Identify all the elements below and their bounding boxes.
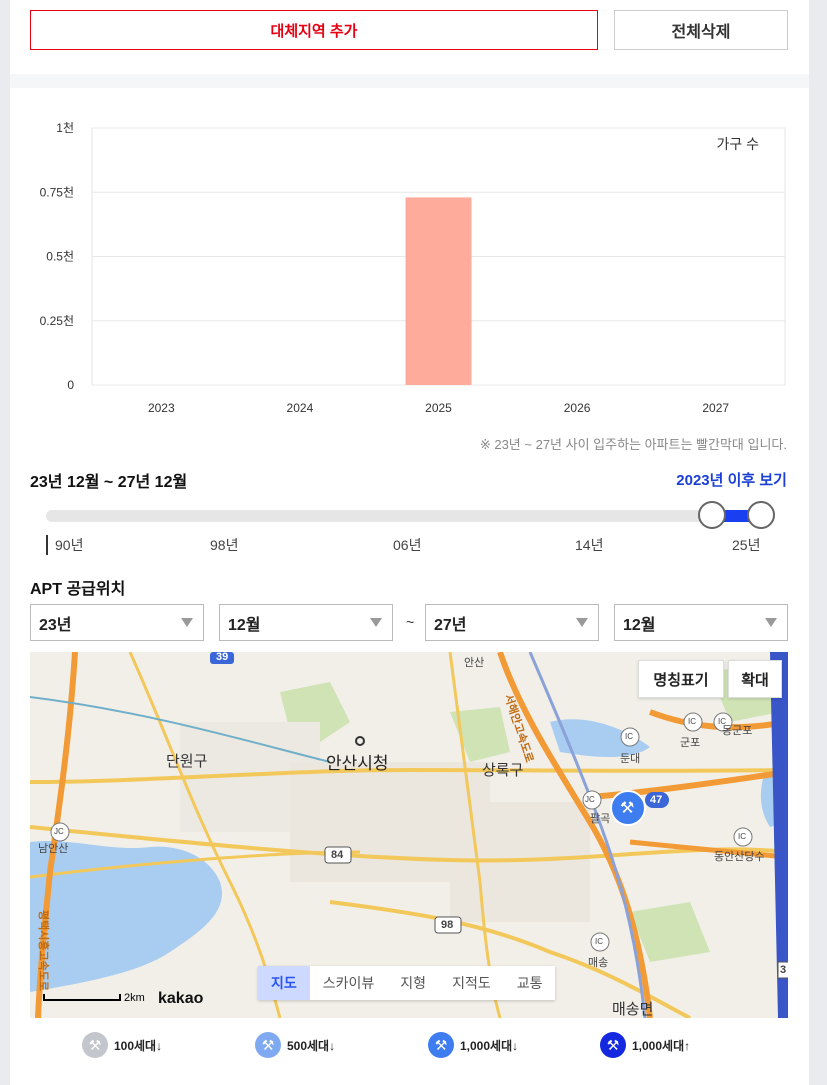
map-label-ansan: 안산 [464,657,485,669]
slider-tick: 25년 [732,537,761,553]
map-view[interactable]: 안산시청 단원구 상록구 안산 서해안고속도로 평택시흥고속도로 남안산 팔곡 … [30,652,788,1018]
map-scale-label: 2km [124,992,145,1004]
from-year-select[interactable]: 23년 [30,604,204,641]
map-label-maesongmyeon: 매송면 [612,1001,654,1018]
map-label-ic: IC [688,717,696,726]
x-tick-label: 2024 [287,401,314,415]
x-tick-label: 2025 [425,401,452,415]
legend-item: ⚒ 100세대↓ [82,1032,162,1058]
map-type-map[interactable]: 지도 [258,966,310,1000]
legend-item: ⚒ 1,000세대↑ [600,1032,690,1058]
bar [405,197,472,385]
x-tick-label: 2023 [148,401,175,415]
hammer-icon: ⚒ [600,1032,626,1058]
map-label-gunpo: 군포 [680,737,701,749]
route-84: 84 [331,849,344,861]
map-label-ic: IC [625,732,633,741]
supply-bar-chart: 0 0.25천 0.5천 0.75천 1천 2023 2024 2025 2026 2027 가구 … [40,120,786,415]
hammer-icon[interactable]: ⚒ [620,798,634,818]
hammer-icon: ⚒ [255,1032,281,1058]
kakao-logo: kakao [158,990,204,1007]
slider-end-handle[interactable] [747,501,775,529]
year-range-slider-track[interactable] [46,510,768,522]
to-year-value: 27년 [434,616,467,634]
map-label-dundae: 둔대 [620,753,641,765]
map-label-dongansan: 동안산당수 [714,851,765,863]
legend-label: 1,000세대↓ [460,1038,519,1053]
slider-tick: 14년 [575,537,604,553]
route-3: 3 [780,964,787,976]
add-alternative-region-button[interactable]: 대체지역 추가 [30,10,598,50]
chevron-down-icon [370,618,382,627]
map-label-jc: JC [585,795,595,804]
after-2023-link[interactable]: 2023년 이후 보기 [676,469,787,490]
map-type-terrain[interactable]: 지형 [387,966,439,1000]
slider-tick: 90년 [55,537,84,553]
delete-all-button[interactable]: 전체삭제 [614,10,788,50]
map-label-ic: IC [738,832,746,841]
from-month-select[interactable]: 12월 [219,604,393,641]
hammer-icon: ⚒ [428,1032,454,1058]
map-label-ic: IC [718,717,726,726]
map-label-ic: IC [595,937,603,946]
chart-note: ※ 23년 ~ 27년 사이 입주하는 아파트는 빨간막대 입니다. [479,437,787,452]
apt-section-title: APT 공급위치 [30,581,126,598]
x-tick-label: 2027 [702,401,729,415]
route-39: 39 [216,652,229,663]
page: 대체지역 추가 전체삭제 0 0.25천 0.5천 0.75천 1천 2023 2024 20… [10,0,809,1085]
map-label-sangnok: 상록구 [482,762,524,779]
map-label-danwon: 단원구 [166,753,208,770]
y-tick-label: 0.5천 [46,249,74,264]
range-separator: ~ [406,614,415,630]
to-month-select[interactable]: 12월 [614,604,788,641]
map-type-skyview[interactable]: 스카이뷰 [310,966,388,1000]
x-tick-label: 2026 [564,401,591,415]
y-tick-label: 0.75천 [40,184,74,199]
from-month-value: 12월 [228,616,261,634]
y-tick-label: 0 [67,378,74,392]
range-title: 23년 12월 ~ 27년 12월 [30,474,188,491]
zoom-button[interactable]: 확대 [728,660,782,698]
legend-item: ⚒ 500세대↓ [255,1032,335,1058]
map-label-maesong: 매송 [588,957,609,969]
legend-item: ⚒ 1,000세대↓ [428,1032,518,1058]
map-type-traffic[interactable]: 교통 [504,966,556,1000]
y-tick-label: 0.25천 [40,313,74,328]
show-names-button[interactable]: 명칭표기 [638,660,724,698]
y-tick-label: 1천 [56,120,74,135]
slider-tick: 06년 [393,537,422,553]
legend-label: 1,000세대↑ [632,1038,691,1053]
map-legend: ⚒ 100세대↓ ⚒ 500세대↓ ⚒ 1,000세대↓ ⚒ 1,000세대↑ [10,1028,809,1064]
chevron-down-icon [181,618,193,627]
legend-label: 100세대↓ [114,1038,163,1053]
map-label-jc: JC [54,827,64,836]
to-year-select[interactable]: 27년 [425,604,599,641]
slider-ticks: 90년 98년 06년 14년 25년 [10,535,809,555]
map-type-cadastral[interactable]: 지적도 [439,966,504,1000]
map-label-donggunpo: 동군포 [722,725,753,737]
section-divider [10,74,809,88]
chart-legend-label: 가구 수 [716,136,759,152]
hammer-icon: ⚒ [82,1032,108,1058]
legend-label: 500세대↓ [287,1038,336,1053]
map-label-ansan-city-hall: 안산시청 [326,754,389,773]
slider-tick: 98년 [210,537,239,553]
from-year-value: 23년 [39,616,72,634]
map-type-switcher: 지도 스카이뷰 지형 지적도 교통 [258,966,556,1000]
to-month-value: 12월 [623,616,656,634]
map-base-layer [30,652,788,1018]
chevron-down-icon [576,618,588,627]
map-label-palgok: 팔곡 [590,813,611,825]
route-98: 98 [441,919,454,931]
chevron-down-icon [765,618,777,627]
map-label-pyeongtaek-expressway: 평택시흥고속도로 [37,910,49,991]
route-47: 47 [650,794,663,806]
slider-start-handle[interactable] [698,501,726,529]
map-label-namansan: 남안산 [38,843,69,855]
